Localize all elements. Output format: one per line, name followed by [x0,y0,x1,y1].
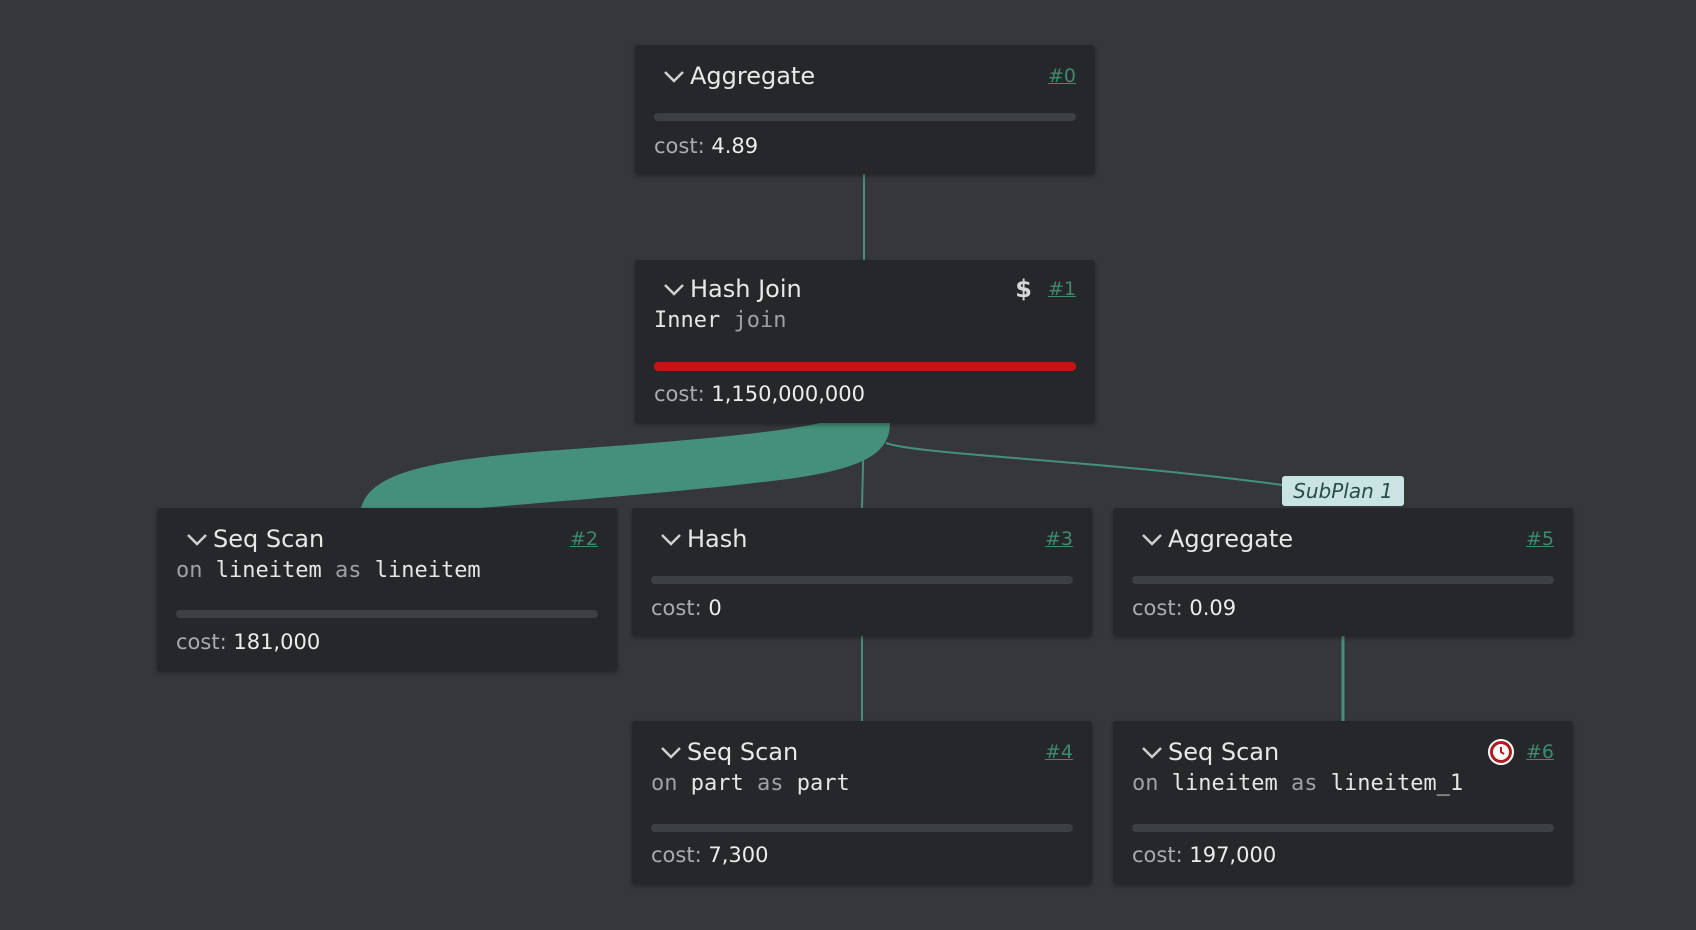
node-title: Hash [687,525,748,553]
cost-bar [654,362,1076,371]
edge-1-2-thick [361,423,890,508]
clock-icon [1487,739,1514,765]
cost-text: cost: 197,000 [1132,843,1277,867]
cost-bar [651,576,1073,584]
plan-node-seq-scan-4[interactable]: Seq Scan #4 on part as part cost: 7,300 [632,721,1092,884]
plan-node-seq-scan-6[interactable]: Seq Scan #6 on lineitem as lineitem_1 co… [1113,721,1573,884]
cost-bar [654,113,1076,121]
cost-bar [651,824,1073,832]
cost-value: 197,000 [1189,843,1277,867]
chevron-down-icon[interactable] [662,66,686,86]
dollar-icon: $ [1015,275,1032,303]
node-id-link[interactable]: #3 [1045,528,1073,550]
node-id-link[interactable]: #1 [1048,278,1076,300]
cost-value: 1,150,000,000 [711,382,865,406]
cost-bar [1132,576,1554,584]
node-id-link[interactable]: #5 [1526,528,1554,550]
cost-text: cost: 7,300 [651,843,769,867]
chevron-down-icon[interactable] [659,742,683,762]
node-title: Aggregate [690,62,816,90]
cost-text: cost: 1,150,000,000 [654,382,865,406]
node-title: Seq Scan [213,525,325,553]
node-title: Seq Scan [687,738,799,766]
node-id-link[interactable]: #6 [1526,741,1554,763]
subplan-label: SubPlan 1 [1282,476,1404,506]
node-id-link[interactable]: #4 [1045,741,1073,763]
cost-bar-fill [654,362,1076,371]
cost-value: 0 [708,596,722,620]
cost-text: cost: 0 [651,596,722,620]
edge-1-5-subplan [885,442,1291,487]
plan-node-hash-join-1[interactable]: Hash Join $ #1 Inner join cost: 1,150,00… [635,260,1095,423]
chevron-down-icon[interactable] [662,279,686,299]
cost-value: 0.09 [1189,596,1237,620]
node-subtitle: on lineitem as lineitem [176,558,481,583]
plan-node-aggregate-5[interactable]: Aggregate #5 cost: 0.09 [1113,508,1573,636]
plan-node-hash-3[interactable]: Hash #3 cost: 0 [632,508,1092,636]
chevron-down-icon[interactable] [1140,742,1164,762]
node-id-link[interactable]: #0 [1048,65,1076,87]
cost-text: cost: 4.89 [654,134,759,158]
node-subtitle: on lineitem as lineitem_1 [1132,771,1464,796]
node-title: Seq Scan [1168,738,1280,766]
cost-bar [176,610,598,618]
cost-value: 181,000 [233,630,321,654]
cost-value: 4.89 [711,134,759,158]
node-title: Hash Join [690,275,802,303]
node-id-link[interactable]: #2 [570,528,598,550]
chevron-down-icon[interactable] [1140,529,1164,549]
plan-node-aggregate-0[interactable]: Aggregate #0 cost: 4.89 [635,45,1095,174]
cost-value: 7,300 [708,843,769,867]
node-subtitle: Inner join [654,308,787,333]
cost-bar [1132,824,1554,832]
plan-node-seq-scan-2[interactable]: Seq Scan #2 on lineitem as lineitem cost… [157,508,617,671]
node-title: Aggregate [1168,525,1294,553]
cost-text: cost: 181,000 [176,630,321,654]
cost-text: cost: 0.09 [1132,596,1237,620]
chevron-down-icon[interactable] [659,529,683,549]
node-subtitle: on part as part [651,771,850,796]
chevron-down-icon[interactable] [185,529,209,549]
